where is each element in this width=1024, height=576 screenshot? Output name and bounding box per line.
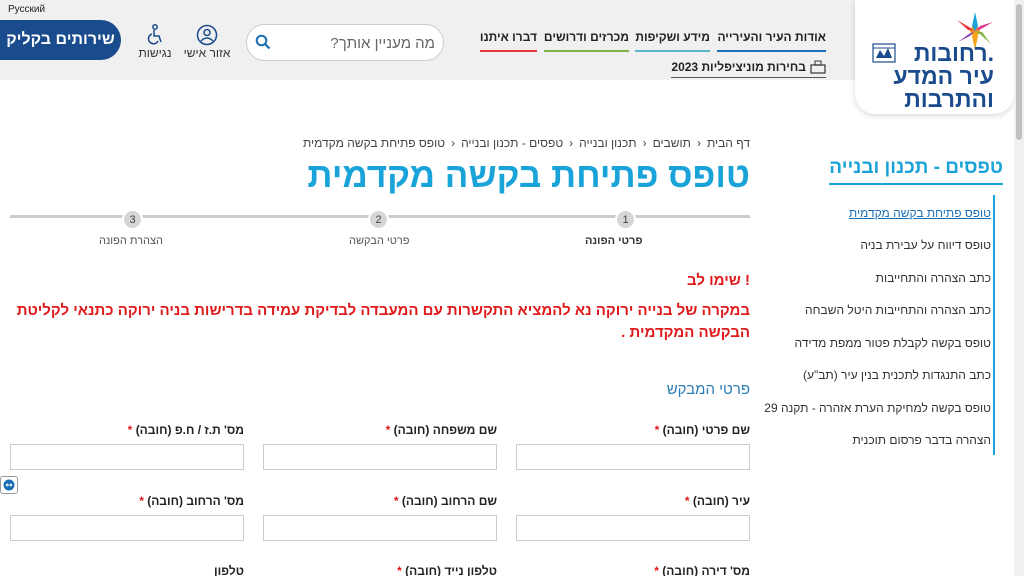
nav-tenders[interactable]: מכרזים ודרושים <box>543 30 629 52</box>
sidebar-border <box>993 195 995 455</box>
required-mark: * <box>654 564 659 576</box>
remote-support-icon[interactable] <box>0 476 18 494</box>
step-3-label: הצהרת הפונה <box>99 235 163 247</box>
step-1-circle: 1 <box>615 209 636 230</box>
city-text: עיר (חובה) <box>692 494 750 508</box>
language-link[interactable]: Русский <box>8 4 45 15</box>
apartment-label: מס' דירה (חובה) * <box>654 564 750 576</box>
scrollbar-thumb[interactable] <box>1016 4 1022 140</box>
required-mark: * <box>385 423 391 437</box>
double-arrow-icon <box>3 479 15 491</box>
accessibility-button[interactable]: נגישות <box>135 24 175 60</box>
apartment-text: מס' דירה (חובה) <box>662 564 750 576</box>
logo-line-2: עיר המדע <box>893 63 994 89</box>
id-number-label: מס' ת.ז / ח.פ (חובה) * <box>128 423 244 437</box>
first-name-field[interactable] <box>516 444 750 470</box>
nav-about[interactable]: אודות העיר והעירייה <box>717 30 826 52</box>
house-number-text: מס' הרחוב (חובה) <box>147 494 244 508</box>
sidebar-item-betterment-levy[interactable]: כתב הצהרה והתחייבות היטל השבחה <box>805 303 991 317</box>
search-box <box>246 24 444 61</box>
logo-line-3: והתרבות <box>904 86 994 112</box>
last-name-field[interactable] <box>263 444 497 470</box>
search-icon[interactable] <box>255 34 271 50</box>
nav-contact[interactable]: דברו איתנו <box>479 30 537 52</box>
required-mark: * <box>393 494 399 508</box>
sidebar-item-preliminary-request[interactable]: טופס פתיחת בקשה מקדמית <box>849 206 991 220</box>
notice-text: במקרה של בנייה ירוקה נא להמציא התקשרות ע… <box>16 302 750 341</box>
sidebar-item-building-violation[interactable]: טופס דיווח על עבירת בניה <box>860 238 991 252</box>
id-number-text: מס' ת.ז / ח.פ (חובה) <box>135 423 244 437</box>
section-title: פרטי המבקש <box>666 381 750 398</box>
required-mark: * <box>127 423 133 437</box>
house-number-field[interactable] <box>10 515 244 541</box>
required-mark: * <box>397 564 402 576</box>
street-text: שם הרחוב (חובה) <box>401 494 497 508</box>
city-field[interactable] <box>516 515 750 541</box>
id-number-field[interactable] <box>10 444 244 470</box>
last-name-text: שם משפחה (חובה) <box>393 423 497 437</box>
search-input[interactable] <box>277 31 435 55</box>
elections-label: בחירות מוניציפליות 2023 <box>671 60 806 74</box>
breadcrumb-separator: ‹ <box>642 136 647 150</box>
breadcrumb-current: טופס פתיחת בקשה מקדמית <box>302 136 446 150</box>
sidebar-item-declaration[interactable]: כתב הצהרה והתחייבות <box>876 271 991 285</box>
mobile-text: טלפון נייד (חובה) <box>405 564 497 576</box>
city-label: עיר (חובה) * <box>685 494 750 508</box>
sidebar-item-plan-publication[interactable]: הצהרה בדבר פרסום תוכנית <box>852 433 991 447</box>
site-logo[interactable]: רחובות. עיר המדע והתרבות <box>855 0 1014 114</box>
first-name-label: שם פרטי (חובה) * <box>655 423 750 437</box>
house-number-label: מס' הרחוב (חובה) * <box>139 494 244 508</box>
required-mark: * <box>139 494 144 508</box>
step-3-circle: 3 <box>122 209 143 230</box>
breadcrumb-planning[interactable]: תכנון ובנייה <box>579 136 636 150</box>
phone-label: טלפון <box>214 564 244 576</box>
first-name-text: שם פרטי (חובה) <box>662 423 750 437</box>
sidebar-title[interactable]: טפסים - תכנון ובנייה <box>829 157 1003 185</box>
nav-info[interactable]: מידע ושקיפות <box>635 30 710 52</box>
sidebar-item-warning-removal[interactable]: טופס בקשה למחיקת הערת אזהרה - תקנה 29 <box>764 401 991 415</box>
services-button[interactable]: שירותים בקליק <box>0 20 121 60</box>
required-mark: * <box>654 423 660 437</box>
ballot-box-icon <box>810 60 826 74</box>
step-1-label: פרטי הפונה <box>585 235 643 247</box>
step-2-label: פרטי הבקשה <box>349 235 410 247</box>
required-mark: * <box>684 494 690 508</box>
nav-elections[interactable]: בחירות מוניציפליות 2023 <box>671 60 826 78</box>
notice-title: שימו לב ! <box>687 272 750 289</box>
breadcrumb-separator: ‹ <box>569 136 574 150</box>
breadcrumb-separator: ‹ <box>696 136 701 150</box>
last-name-label: שם משפחה (חובה) * <box>386 423 497 437</box>
mobile-label: טלפון נייד (חובה) * <box>397 564 497 576</box>
wheelchair-icon <box>147 24 162 45</box>
sidebar-item-survey-exemption[interactable]: טופס בקשה לקבלת פטור ממפת מדידה <box>794 336 991 350</box>
street-label: שם הרחוב (חובה) * <box>394 494 497 508</box>
sidebar-item-plan-objection[interactable]: כתב התנגדות לתכנית בנין עיר (תב"ע) <box>803 368 991 382</box>
user-icon <box>196 24 218 46</box>
accessibility-label: נגישות <box>138 46 172 60</box>
logo-line-1: רחובות. <box>913 40 994 66</box>
street-field[interactable] <box>263 515 497 541</box>
breadcrumb-separator: ‹ <box>451 136 456 150</box>
personal-area-button[interactable]: אזור אישי <box>181 24 233 60</box>
breadcrumb: דף הבית ‹ תושבים ‹ תכנון ובנייה ‹ טפסים … <box>303 136 750 150</box>
breadcrumb-residents[interactable]: תושבים <box>653 136 691 150</box>
breadcrumb-home[interactable]: דף הבית <box>707 136 750 150</box>
step-2-circle: 2 <box>368 209 389 230</box>
page-scrollbar[interactable] <box>1014 0 1024 576</box>
personal-area-label: אזור אישי <box>183 46 231 60</box>
page-title: טופס פתיחת בקשה מקדמית <box>307 156 750 195</box>
breadcrumb-forms[interactable]: טפסים - תכנון ובנייה <box>461 136 563 150</box>
logo-text: רחובות. עיר המדע והתרבות <box>893 42 994 111</box>
